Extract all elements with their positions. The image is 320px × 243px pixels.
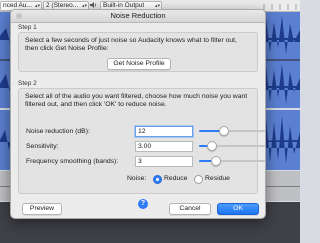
noise-reduction-slider[interactable]: [199, 126, 265, 136]
sensitivity-input[interactable]: 3.00: [135, 141, 193, 152]
step2-panel: Select all of the audio you want filtere…: [18, 88, 265, 194]
slider-knob[interactable]: [210, 156, 221, 166]
slider-knob[interactable]: [207, 141, 218, 151]
channels-value: 2 (Stereo...: [46, 2, 79, 9]
reduce-radio[interactable]: [153, 175, 162, 184]
dialog-titlebar: Noise Reduction: [11, 10, 265, 23]
audio-host-value: nced Au...: [3, 2, 32, 9]
noise-reduction-label: Noise reduction (dB):: [26, 128, 90, 135]
noise-reduction-dialog: Noise Reduction Step 1 Select a few seco…: [10, 9, 266, 219]
reduce-radio-label[interactable]: Reduce: [164, 175, 187, 182]
sensitivity-slider[interactable]: [199, 141, 265, 151]
residue-radio-label[interactable]: Residue: [205, 175, 230, 182]
step1-instructions-line2: then click Get Noise Profile:: [25, 45, 109, 52]
step2-label: Step 2: [18, 80, 37, 87]
step1-label: Step 1: [18, 24, 37, 31]
step1-instructions-line1: Select a few seconds of just noise so Au…: [25, 37, 237, 44]
ok-button[interactable]: OK: [217, 203, 259, 215]
step2-instructions-line1: Select all of the audio you want filtere…: [25, 93, 248, 100]
output-device-value: Built-in Output: [103, 2, 145, 9]
speaker-icon: [90, 2, 97, 8]
dialog-title: Noise Reduction: [110, 11, 166, 20]
help-button[interactable]: ?: [138, 199, 148, 209]
frequency-smoothing-input[interactable]: 3: [135, 156, 193, 167]
step2-instructions-line2: filtered out, and then click 'OK' to red…: [25, 101, 167, 108]
residue-radio[interactable]: [194, 175, 203, 184]
step1-panel: Select a few seconds of just noise so Au…: [18, 32, 258, 72]
noise-reduction-input[interactable]: 12: [135, 126, 193, 137]
sensitivity-label: Sensitivity:: [26, 143, 59, 150]
frequency-smoothing-label: Frequency smoothing (bands):: [26, 158, 119, 165]
ruler-marks: [263, 4, 297, 10]
get-noise-profile-button[interactable]: Get Noise Profile: [107, 58, 171, 70]
preview-button[interactable]: Preview: [22, 203, 62, 215]
noise-mode-label: Noise:: [127, 175, 147, 182]
frequency-smoothing-slider[interactable]: [199, 156, 265, 166]
cancel-button[interactable]: Cancel: [169, 203, 211, 215]
close-icon[interactable]: [16, 13, 22, 19]
slider-knob[interactable]: [219, 126, 230, 136]
